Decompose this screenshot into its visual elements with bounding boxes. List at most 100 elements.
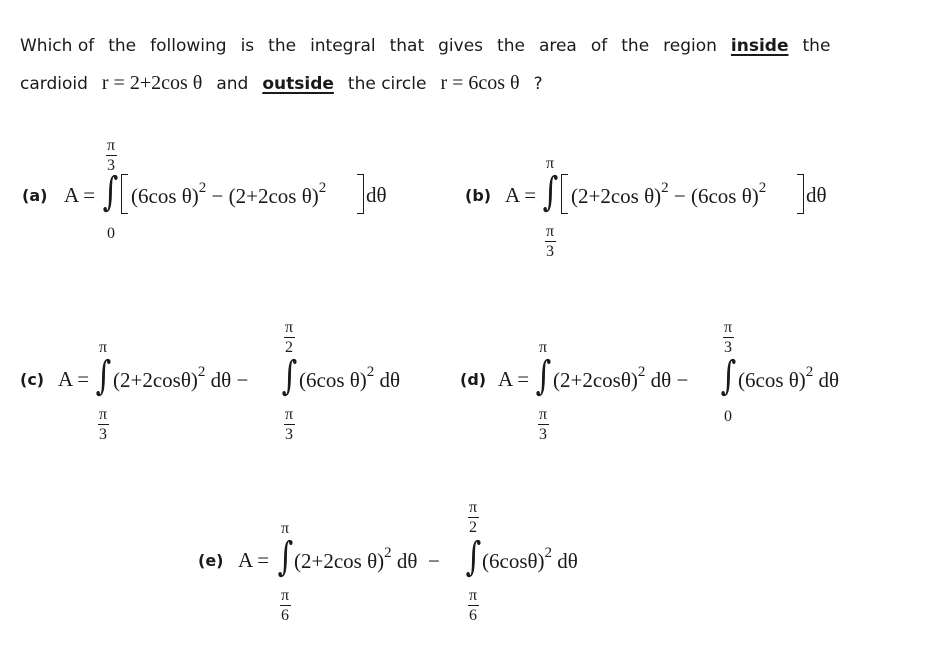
lower-limit: π3 (540, 224, 560, 260)
limit-denominator: 6 (281, 607, 289, 624)
exponent: 2 (198, 180, 207, 196)
lower-limit: π3 (93, 407, 113, 443)
question-word: that (389, 36, 425, 56)
limit-denominator: 3 (285, 426, 293, 443)
lhs: A = (64, 183, 96, 207)
question-word: following (150, 36, 227, 56)
emphasis-outside: outside (262, 74, 334, 94)
lhs: A = (58, 367, 90, 391)
question-mark: ? (533, 74, 543, 94)
limit-denominator: 3 (546, 243, 554, 260)
question-word: area (538, 36, 577, 56)
exponent: 2 (758, 180, 767, 196)
option-label: (e) (198, 551, 224, 570)
integrand-1: (2+2cosθ)2 dθ − (113, 364, 249, 393)
integral-sign: ∫ (720, 353, 737, 399)
question-line-1: Which of the following is the integral that giv… (20, 36, 830, 56)
fraction-bar (97, 424, 109, 425)
term: (6cosθ) (482, 549, 545, 573)
integral-sign: ∫ (281, 353, 298, 399)
upper-limit-2: π2 (279, 320, 299, 356)
limit-numerator: π (284, 406, 294, 423)
term: (2+2cosθ) (113, 368, 198, 392)
limit-numerator: π (723, 319, 733, 336)
limit-numerator: π (284, 319, 294, 336)
question-line-2: cardioid r = 2+2cos θ and outside the circle… (20, 72, 543, 95)
minus-sign: − (422, 549, 440, 573)
minus-sign: − (668, 184, 691, 208)
fraction-bar (722, 337, 734, 338)
integrand: (2+2cos θ)2 − (6cos θ)2 (571, 180, 767, 209)
question-word: the (268, 36, 297, 56)
differential: dθ (391, 549, 418, 573)
lower-limit-2: π6 (463, 588, 483, 624)
differential: dθ (374, 368, 401, 392)
limit-numerator: π (538, 406, 548, 423)
fraction-bar (467, 517, 479, 518)
exponent: 2 (637, 364, 646, 380)
question-word: is (240, 36, 255, 56)
lower-limit: 0 (107, 225, 115, 242)
minus-sign: − (671, 368, 689, 392)
cardioid-equation: r = 2+2cos θ (101, 72, 203, 94)
question-word: and (216, 74, 249, 94)
fraction-bar (279, 605, 291, 606)
right-bracket (797, 174, 804, 214)
question-word: the circle (347, 74, 427, 94)
integrand-1: (2+2cosθ)2 dθ − (553, 364, 689, 393)
term: (6cos θ) (299, 368, 367, 392)
exponent: 2 (366, 364, 375, 380)
differential: dθ (205, 368, 232, 392)
upper-limit-2: π2 (463, 500, 483, 536)
fraction-bar (467, 605, 479, 606)
differential: dθ (645, 368, 672, 392)
integrand-2: (6cosθ)2 dθ (482, 545, 578, 574)
term-2: (6cos θ) (690, 184, 759, 208)
lhs: A = (238, 548, 270, 572)
term: (2+2cos θ) (294, 549, 385, 573)
exponent: 2 (661, 180, 669, 196)
fraction-bar (105, 155, 117, 156)
question-word: the (108, 36, 137, 56)
option-label: (c) (20, 370, 45, 389)
exponent: 2 (318, 180, 327, 196)
limit-denominator: 3 (539, 426, 547, 443)
lower-limit: π3 (533, 407, 553, 443)
circle-equation: r = 6cos θ (440, 72, 520, 94)
exponent: 2 (805, 364, 814, 380)
limit-numerator: π (468, 587, 478, 604)
left-bracket (121, 174, 128, 214)
question-word: cardioid (20, 74, 88, 94)
term: (2+2cosθ) (553, 368, 638, 392)
integral-sign: ∫ (277, 534, 294, 580)
integrand: (6cos θ)2 − (2+2cos θ)2 (131, 180, 327, 209)
integrand-1: (2+2cos θ)2 dθ − (294, 545, 440, 574)
minus-sign: − (231, 368, 249, 392)
question-word: of (590, 36, 608, 56)
question-text: Which of (20, 36, 95, 56)
question-word: the (621, 36, 650, 56)
integral-sign: ∫ (535, 353, 552, 399)
differential: dθ (813, 368, 840, 392)
differential: dθ (806, 183, 827, 207)
limit-denominator: 6 (469, 607, 477, 624)
differential: dθ (552, 549, 578, 573)
emphasis-inside: inside (730, 36, 789, 56)
exponent: 2 (384, 545, 392, 561)
integral-sign: ∫ (95, 353, 112, 399)
term-2: (2+2cos θ) (228, 184, 319, 208)
exponent: 2 (544, 545, 553, 561)
question-word: integral (310, 36, 376, 56)
term-1: (6cos θ) (131, 184, 199, 208)
differential: dθ (366, 183, 387, 207)
limit-numerator: π (106, 137, 116, 154)
integral-sign: ∫ (102, 169, 119, 215)
term-1: (2+2cos θ) (571, 184, 662, 208)
limit-numerator: π (468, 499, 478, 516)
fraction-bar (283, 424, 295, 425)
fraction-bar (544, 241, 556, 242)
integral-sign: ∫ (542, 169, 559, 215)
right-bracket (357, 174, 364, 214)
limit-numerator: π (545, 223, 555, 240)
term: (6cos θ) (738, 368, 806, 392)
